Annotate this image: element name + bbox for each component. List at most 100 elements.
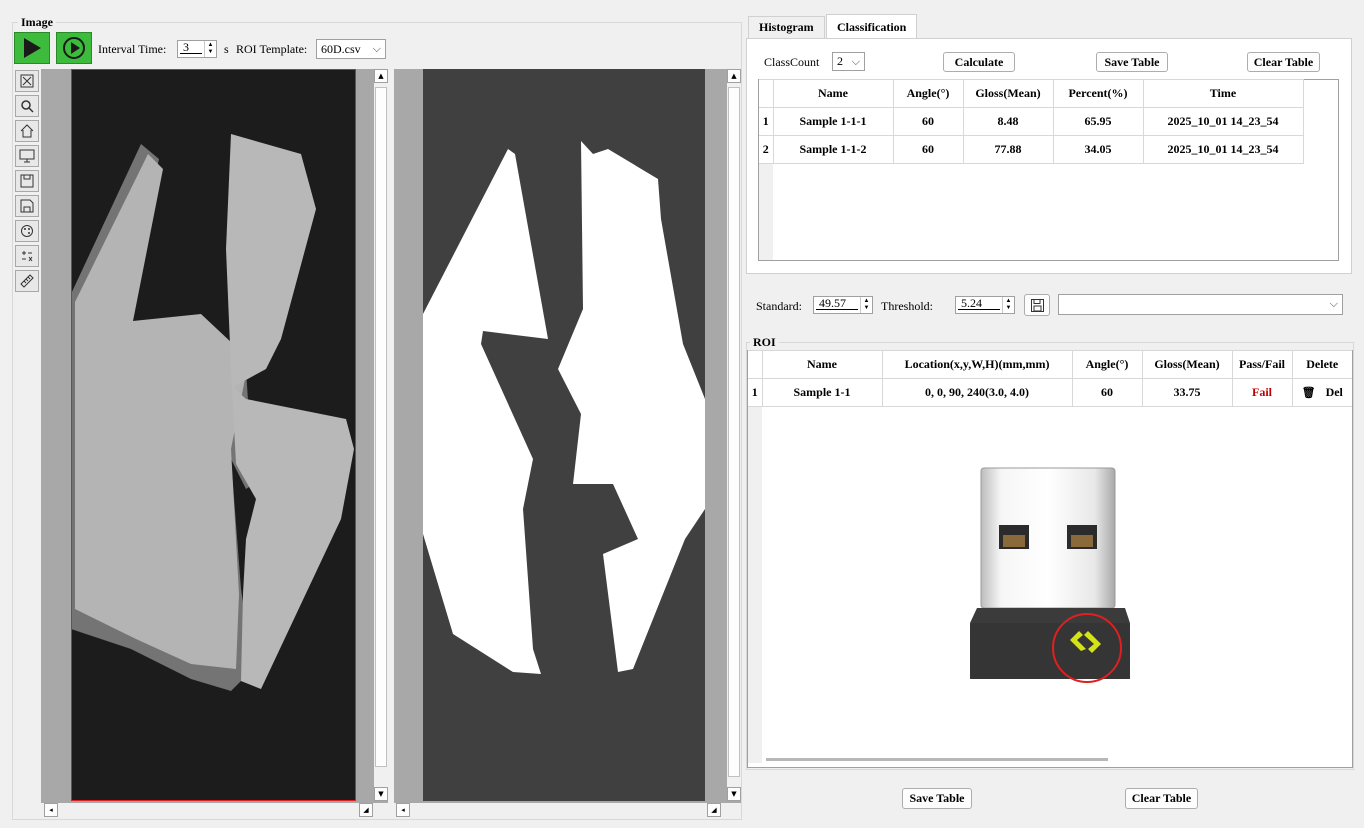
spinner-arrows-icon[interactable]: ▲ ▼	[1002, 297, 1014, 313]
interval-time-spinner[interactable]: 3 ▲ ▼	[177, 40, 217, 58]
cell-gloss[interactable]: 8.48	[962, 107, 1054, 136]
continuous-play-button[interactable]	[56, 32, 92, 64]
magnifier-icon	[21, 100, 34, 113]
clear-table-button[interactable]: Clear Table	[1247, 52, 1320, 72]
roi-table: Name Location(x,y,W,H)(mm,mm) Angle(°) G…	[748, 350, 1352, 407]
original-image-viewer[interactable]: ▲ ▼ ◂ ◢	[41, 69, 388, 818]
row-number: 1	[759, 107, 774, 136]
floppy-icon	[1030, 298, 1044, 312]
gray-arrow-image	[71, 69, 356, 801]
scroll-up-icon[interactable]: ▲	[727, 69, 741, 83]
zoom-tool[interactable]	[15, 95, 39, 117]
save-image-tool[interactable]	[15, 170, 39, 192]
table-row[interactable]: 2 Sample 1-1-2 60 77.88 34.05 2025_10_01…	[759, 135, 1304, 164]
cell-pass-fail: Fail	[1231, 378, 1293, 407]
cell-time[interactable]: 2025_10_01 14_23_54	[1142, 107, 1304, 136]
left-image-hscroll[interactable]: ◂ ◢	[41, 803, 388, 818]
play-circle-icon	[63, 37, 85, 59]
play-icon	[24, 38, 41, 58]
color-tool[interactable]	[15, 220, 39, 242]
col-pass-fail: Pass/Fail	[1231, 350, 1293, 379]
scroll-left-icon[interactable]: ◂	[396, 803, 410, 817]
scroll-left-icon[interactable]: ◂	[44, 803, 58, 817]
left-image-vscroll[interactable]: ▲ ▼	[374, 69, 388, 801]
save-table-button[interactable]: Save Table	[1096, 52, 1168, 72]
delete-button[interactable]: Del	[1326, 385, 1343, 399]
row-number: 1	[748, 378, 763, 407]
roi-hscroll[interactable]	[762, 751, 1352, 767]
ruler-icon	[20, 274, 34, 288]
col-time: Time	[1142, 79, 1304, 108]
scroll-thumb[interactable]	[766, 758, 1108, 761]
binary-image-viewer[interactable]: ▲ ▼ ◂ ◢	[394, 69, 741, 818]
display-tool[interactable]	[15, 145, 39, 167]
chevron-down-icon: ⌵	[1329, 297, 1338, 310]
roi-group-title: ROI	[750, 335, 779, 350]
ruler-tool[interactable]	[15, 270, 39, 292]
cell-angle[interactable]: 60	[892, 107, 964, 136]
save-standard-button[interactable]	[1024, 294, 1050, 316]
row-number: 2	[759, 135, 774, 164]
scroll-thumb[interactable]	[728, 87, 740, 777]
scroll-up-icon[interactable]: ▲	[374, 69, 388, 83]
cell-gloss[interactable]: 33.75	[1141, 378, 1233, 407]
col-angle: Angle(°)	[1071, 350, 1143, 379]
scroll-down-icon[interactable]: ▼	[374, 787, 388, 801]
roi-save-table-button[interactable]: Save Table	[902, 788, 972, 809]
interval-time-value: 3	[180, 41, 202, 54]
save-as-tool[interactable]	[15, 195, 39, 217]
spinner-arrows-icon[interactable]: ▲ ▼	[204, 41, 216, 57]
cell-name[interactable]: Sample 1-1-2	[772, 135, 894, 164]
spinner-arrows-icon[interactable]: ▲ ▼	[860, 297, 872, 313]
class-count-label: ClassCount	[764, 55, 820, 69]
right-image-hscroll[interactable]: ◂ ◢	[394, 803, 741, 818]
threshold-value: 5.24	[958, 297, 1000, 310]
calc-icon	[22, 251, 33, 262]
col-delete: Delete	[1291, 350, 1352, 379]
threshold-spinner[interactable]: 5.24 ▲ ▼	[955, 296, 1015, 314]
class-count-select[interactable]: 2 ⌵	[832, 52, 865, 71]
cell-angle[interactable]: 60	[892, 135, 964, 164]
trash-icon[interactable]: 🗑	[1302, 386, 1316, 399]
roi-template-value: 60D.csv	[321, 41, 361, 56]
cell-name[interactable]: Sample 1-1	[761, 378, 883, 407]
resize-grip-icon[interactable]: ◢	[707, 803, 721, 817]
calculate-button[interactable]: Calculate	[943, 52, 1015, 72]
scroll-thumb[interactable]	[375, 87, 387, 767]
image-group-title: Image	[18, 15, 56, 30]
table-row[interactable]: 1 Sample 1-1-1 60 8.48 65.95 2025_10_01 …	[759, 107, 1304, 136]
tab-classification[interactable]: Classification	[826, 14, 918, 39]
cell-percent[interactable]: 65.95	[1052, 107, 1144, 136]
resize-grip-icon[interactable]: ◢	[359, 803, 373, 817]
cell-location[interactable]: 0, 0, 90, 240(3.0, 4.0)	[881, 378, 1073, 407]
play-button[interactable]	[14, 32, 50, 64]
standard-spinner[interactable]: 49.57 ▲ ▼	[813, 296, 873, 314]
cell-delete[interactable]: 🗑 Del	[1291, 378, 1352, 407]
standard-preset-select[interactable]: ⌵	[1058, 294, 1343, 315]
cell-time[interactable]: 2025_10_01 14_23_54	[1142, 135, 1304, 164]
home-tool[interactable]	[15, 120, 39, 142]
cell-angle[interactable]: 60	[1071, 378, 1143, 407]
monitor-icon	[19, 149, 35, 163]
corner-cell	[748, 350, 763, 379]
right-image-vscroll[interactable]: ▲ ▼	[727, 69, 741, 801]
roi-template-select[interactable]: 60D.csv ⌵	[316, 39, 386, 59]
col-location: Location(x,y,W,H)(mm,mm)	[881, 350, 1073, 379]
interval-unit-label: s	[224, 42, 229, 56]
cell-percent[interactable]: 34.05	[1052, 135, 1144, 164]
col-gloss: Gloss(Mean)	[1141, 350, 1233, 379]
calculator-tool[interactable]	[15, 245, 39, 267]
roi-clear-table-button[interactable]: Clear Table	[1125, 788, 1198, 809]
fit-image-tool[interactable]	[15, 70, 39, 92]
binary-arrow-image	[423, 69, 705, 801]
cell-gloss[interactable]: 77.88	[962, 135, 1054, 164]
standard-label: Standard:	[756, 299, 802, 313]
classification-table: Name Angle(°) Gloss(Mean) Percent(%) Tim…	[759, 79, 1304, 164]
cell-name[interactable]: Sample 1-1-1	[772, 107, 894, 136]
col-gloss: Gloss(Mean)	[962, 79, 1054, 108]
tab-histogram[interactable]: Histogram	[748, 16, 825, 38]
scroll-down-icon[interactable]: ▼	[727, 787, 741, 801]
save-as-icon	[20, 199, 34, 213]
table-row[interactable]: 1 Sample 1-1 0, 0, 90, 240(3.0, 4.0) 60 …	[748, 378, 1352, 407]
col-angle: Angle(°)	[892, 79, 964, 108]
